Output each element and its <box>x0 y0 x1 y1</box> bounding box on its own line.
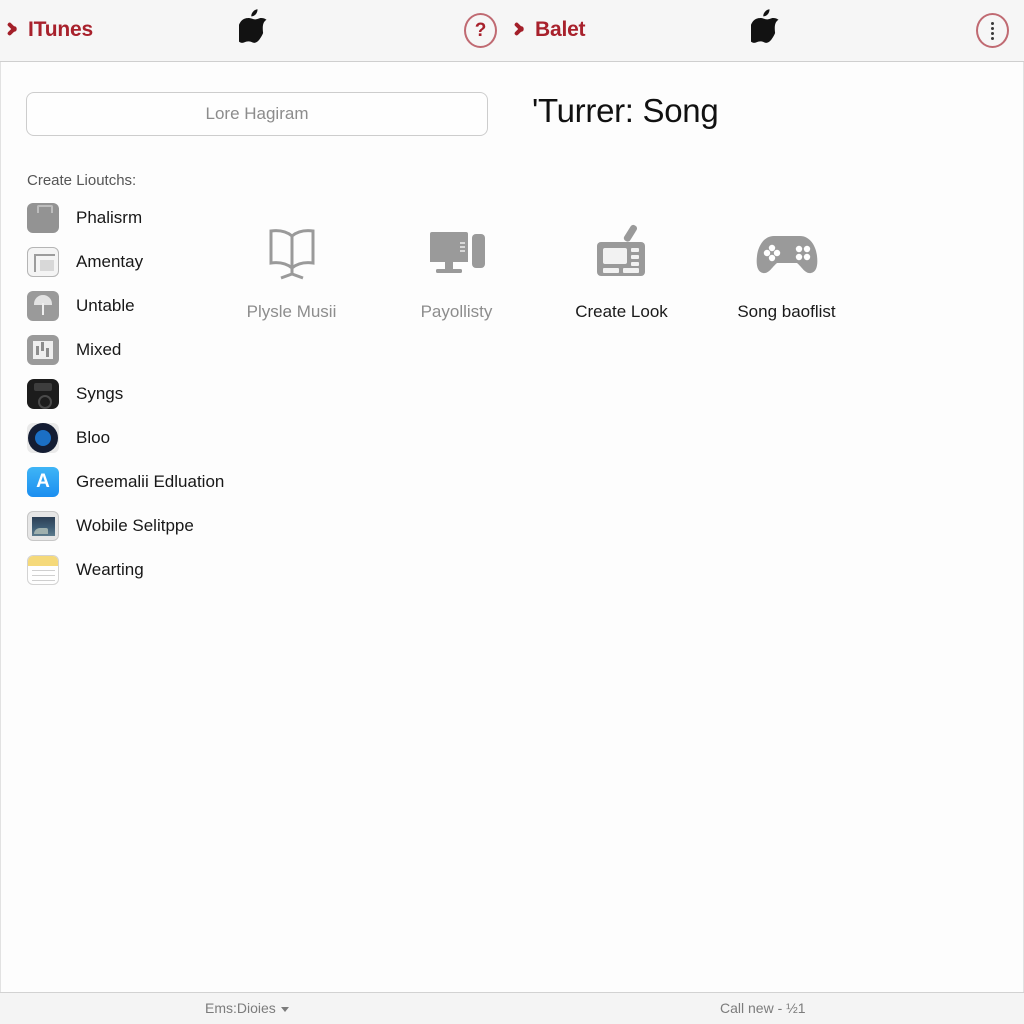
tile-label: Plysle Musii <box>246 302 337 321</box>
compass-icon <box>27 423 59 453</box>
apple-logo-icon <box>239 9 267 43</box>
tile-label: Song baoflist <box>737 302 836 321</box>
sidebar-item-bloo[interactable]: Bloo <box>27 416 307 460</box>
desktop-computer-icon <box>422 222 492 284</box>
open-book-icon <box>257 222 327 284</box>
app-store-icon <box>27 467 59 497</box>
sidebar-item-wobile-selitppe[interactable]: Wobile Selitppe <box>27 504 307 548</box>
bar-chart-icon <box>27 335 59 365</box>
top-toolbar: ITunes ? Balet <box>0 0 1024 62</box>
tile-label: Create Look <box>575 302 668 321</box>
sidebar-item-label: Phalisrm <box>76 208 143 227</box>
tile-payollisty[interactable]: Payollisty <box>374 222 539 322</box>
sidebar-item-greemalii-edluation[interactable]: Greemalii Edluation <box>27 460 307 504</box>
briefcase-icon <box>27 203 59 233</box>
sidebar-item-label: Mixed <box>76 340 122 359</box>
sidebar-heading: Create Lioutchs: <box>27 172 137 189</box>
footer-status: Call new - ½1 <box>720 1000 806 1016</box>
sidebar-item-wearting[interactable]: Wearting <box>27 548 307 592</box>
apple-logo-icon <box>751 9 779 43</box>
game-controller-icon <box>752 222 822 284</box>
footer-dropdown[interactable]: Ems:Dioies <box>205 1000 289 1016</box>
sidebar-item-label: Syngs <box>76 384 124 403</box>
umbrella-icon <box>27 291 59 321</box>
back-button-balet-label: Balet <box>535 18 586 41</box>
sidebar-item-mixed[interactable]: Mixed <box>27 328 307 372</box>
back-chevron-icon <box>12 19 25 41</box>
tile-grid: Plysle Musii Payollisty Create Look Song… <box>209 222 869 322</box>
sidebar-item-label: Untable <box>76 296 135 315</box>
back-chevron-icon <box>519 19 532 41</box>
search-input-placeholder: Lore Hagiram <box>205 104 309 123</box>
back-button-balet[interactable]: Balet <box>519 13 586 47</box>
sidebar-item-label: Greemalii Edluation <box>76 472 225 491</box>
help-button-label: ? <box>474 19 487 41</box>
sidebar-item-syngs[interactable]: Syngs <box>27 372 307 416</box>
back-button-itunes[interactable]: ITunes <box>12 13 93 47</box>
back-button-itunes-label: ITunes <box>28 18 93 41</box>
sidebar-item-label: Bloo <box>76 428 111 447</box>
more-options-button[interactable] <box>976 13 1009 48</box>
main-content: Lore Hagiram 'Turrer: Song Create Lioutc… <box>0 62 1024 992</box>
sidebar-item-label: Amentay <box>76 252 144 271</box>
tile-song-baoflist[interactable]: Song baoflist <box>704 222 869 322</box>
vertical-dots-circle-icon <box>991 21 994 40</box>
tile-plysle-musii[interactable]: Plysle Musii <box>209 222 374 322</box>
search-input[interactable]: Lore Hagiram <box>26 92 488 136</box>
tile-label: Payollisty <box>420 302 493 321</box>
sidebar-item-label: Wearting <box>76 560 144 579</box>
tile-create-look[interactable]: Create Look <box>539 222 704 322</box>
app-window: ITunes ? Balet Lore Hagiram 'Turrer: Son… <box>0 0 1024 1024</box>
page-title: 'Turrer: Song <box>532 92 719 129</box>
window-icon <box>27 247 59 277</box>
status-bar: Ems:Dioies Call new - ½1 <box>0 992 1024 1024</box>
photo-icon <box>27 511 59 541</box>
footer-dropdown-label: Ems:Dioies <box>205 1000 276 1016</box>
chevron-down-icon <box>280 1006 289 1012</box>
sidebar-item-label: Wobile Selitppe <box>76 516 194 535</box>
notes-icon <box>27 555 59 585</box>
drawing-tablet-icon <box>587 222 657 284</box>
remote-control-icon <box>27 379 59 409</box>
help-button[interactable]: ? <box>464 13 497 48</box>
